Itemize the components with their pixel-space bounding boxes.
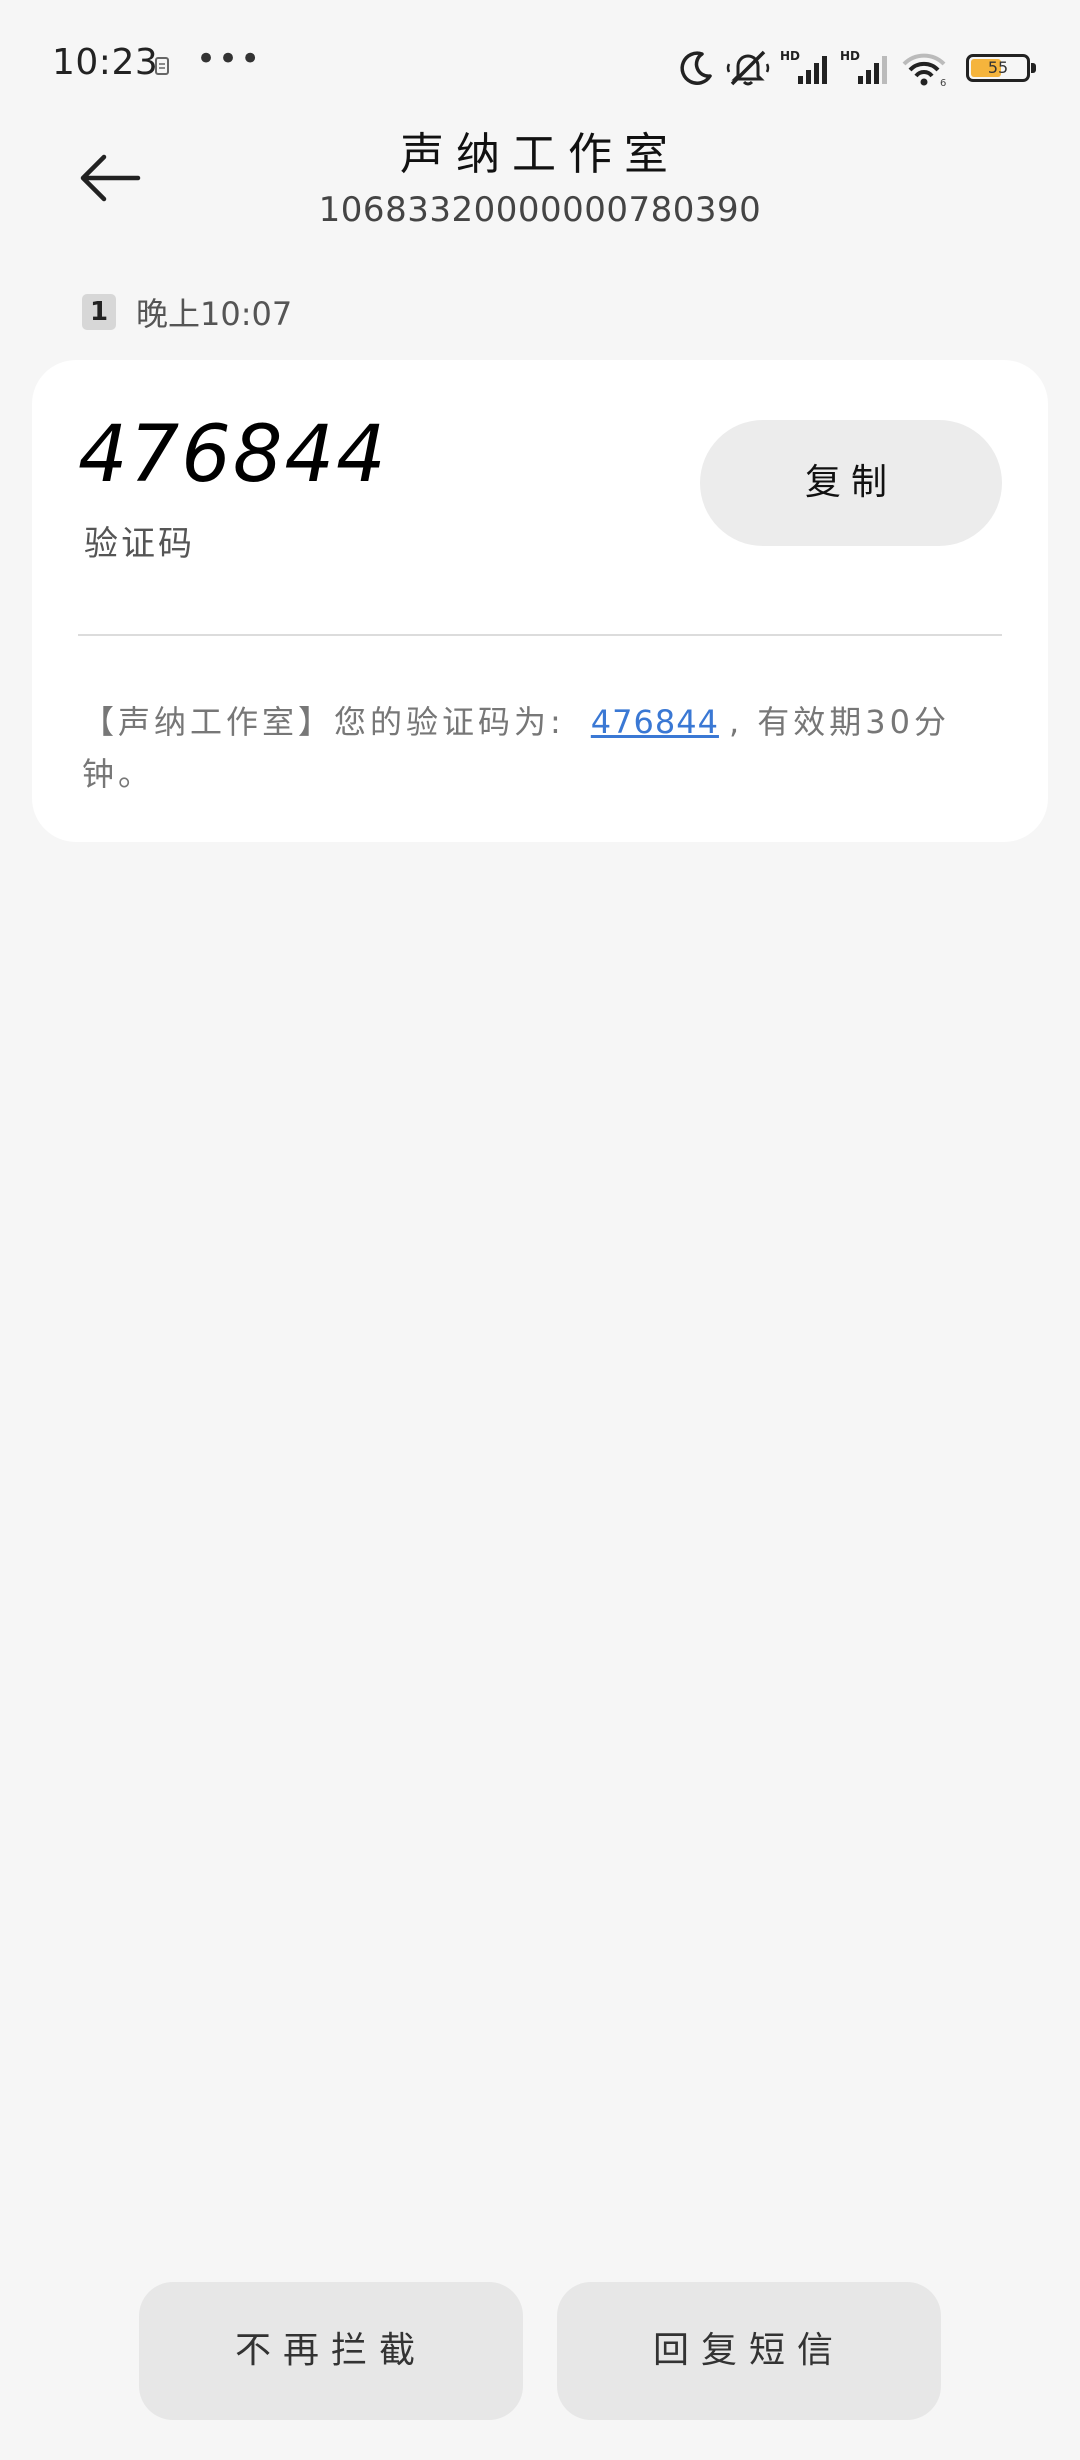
more-notifications-icon: ••• bbox=[196, 39, 263, 79]
svg-text:HD: HD bbox=[840, 49, 860, 63]
battery-icon: 55 bbox=[966, 54, 1036, 82]
hd-signal-icon: HD bbox=[780, 48, 830, 88]
message-card[interactable]: 476844 验证码 复制 【声纳工作室】您的验证码为: 476844, 有效期3… bbox=[32, 360, 1048, 842]
message-body-prefix: 【声纳工作室】您的验证码为: bbox=[82, 703, 565, 741]
status-bar: 10:23 ••• HD HD 6 55 bbox=[0, 0, 1080, 130]
message-body: 【声纳工作室】您的验证码为: 476844, 有效期30分钟。 bbox=[82, 696, 1002, 800]
status-icons: HD HD 6 55 bbox=[676, 44, 1036, 92]
moon-icon bbox=[676, 48, 716, 88]
svg-text:6: 6 bbox=[940, 78, 946, 88]
mute-icon bbox=[726, 48, 770, 88]
verification-code-label: 验证码 bbox=[84, 524, 195, 564]
message-code-link[interactable]: 476844 bbox=[591, 703, 719, 741]
sender-number: 10683320000000780390 bbox=[318, 190, 762, 230]
wifi-icon: 6 bbox=[900, 48, 950, 88]
svg-text:HD: HD bbox=[780, 49, 800, 63]
reply-sms-button[interactable]: 回复短信 bbox=[557, 2282, 941, 2420]
battery-level: 55 bbox=[987, 58, 1009, 77]
stop-blocking-button[interactable]: 不再拦截 bbox=[139, 2282, 523, 2420]
status-time: 10:23 bbox=[52, 42, 159, 83]
card-divider bbox=[78, 634, 1002, 636]
copy-button[interactable]: 复制 bbox=[700, 420, 1002, 546]
notification-app-icon bbox=[154, 56, 170, 76]
hd-signal-icon: HD bbox=[840, 48, 890, 88]
sim-badge: 1 bbox=[82, 294, 116, 330]
conversation-title: 声纳工作室 bbox=[400, 129, 680, 180]
verification-code: 476844 bbox=[78, 410, 388, 500]
message-timestamp: 1 晚上10:07 bbox=[82, 292, 293, 333]
timestamp-text: 晚上10:07 bbox=[136, 295, 293, 333]
